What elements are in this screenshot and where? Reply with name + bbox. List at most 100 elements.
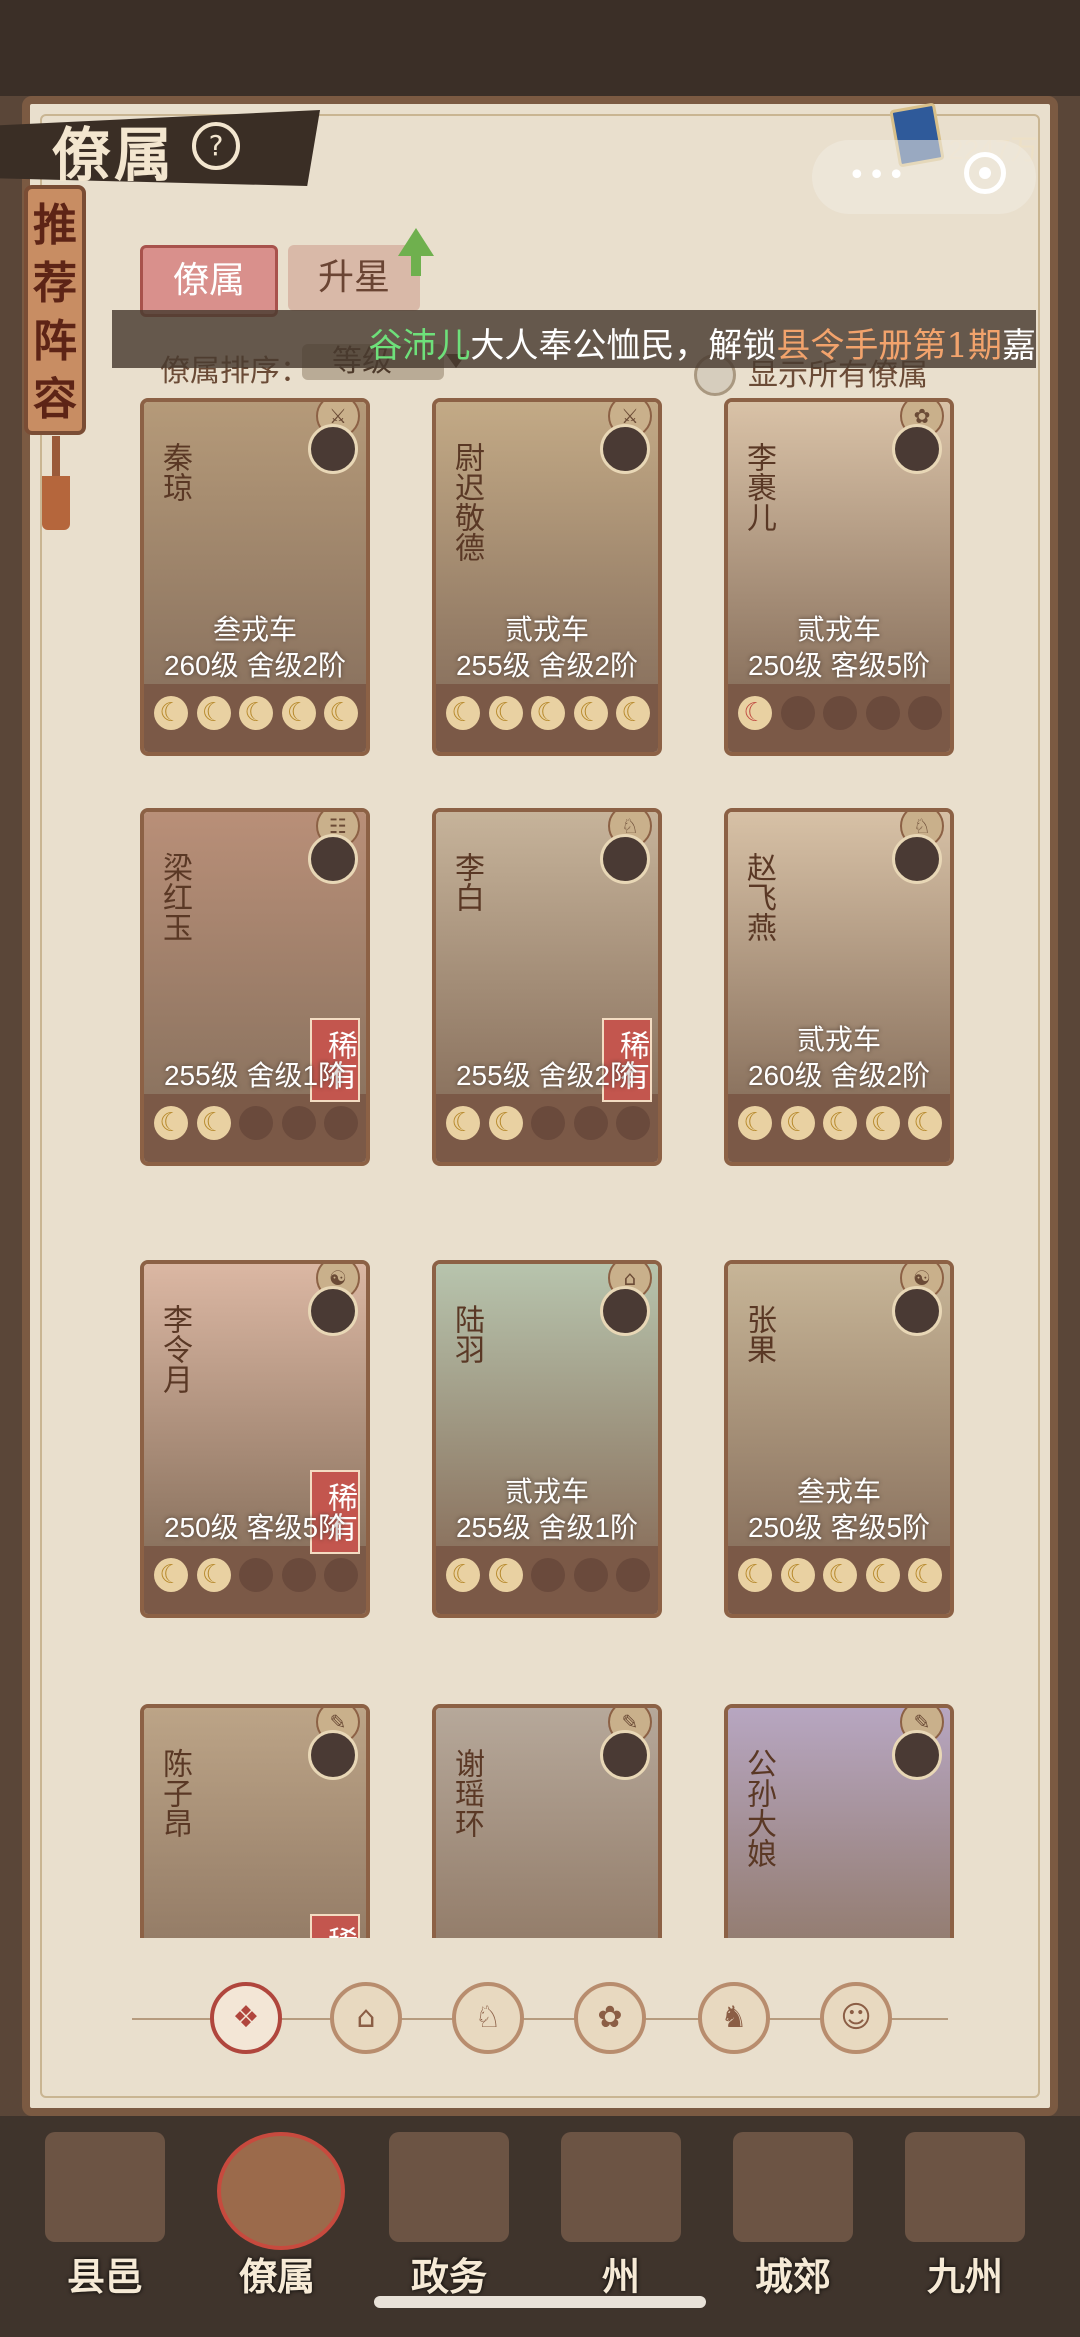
chariot-tier: 贰戎车 <box>796 1023 881 1056</box>
subordinate-card[interactable]: ☷ 梁红玉 稀有 255级 舍级1阶 ☾ ☾ <box>140 808 370 1166</box>
nav-illustration-icon <box>217 2132 345 2250</box>
character-name: 李令月 <box>157 1304 192 1394</box>
partner-avatar[interactable] <box>600 424 650 474</box>
subordinate-card[interactable]: ⌂ 陆羽 贰戎车 255级 舍级1阶 ☾ ☾ <box>432 1260 662 1618</box>
level-rank: 255级 舍级1阶 <box>455 1512 639 1543</box>
subordinate-card[interactable]: ✿ 李裹儿 贰戎车 250级 客级5阶 ☾ <box>724 398 954 756</box>
moon-star-icon <box>239 1106 273 1140</box>
miniprogram-capsule[interactable]: ••• <box>812 140 1036 214</box>
subordinate-card[interactable]: ✎陈子昂稀有 <box>140 1704 370 1938</box>
filter-fan-icon[interactable]: ✿ <box>574 1982 646 2054</box>
level-rank: 250级 客级5阶 <box>747 1512 931 1543</box>
star-row: ☾ ☾ ☾ ☾ ☾ <box>446 696 650 730</box>
nav-label: 僚属 <box>238 2254 315 2299</box>
moon-star-icon: ☾ <box>780 1106 815 1140</box>
filter-house-icon[interactable]: ⌂ <box>330 1982 402 2054</box>
moon-star-icon: ☾ <box>196 696 231 730</box>
moon-star-icon: ☾ <box>488 1106 523 1140</box>
moon-star-icon: ☾ <box>531 696 565 730</box>
nav-item[interactable]: 九州 <box>890 2122 1040 2299</box>
moon-star-icon <box>780 696 815 730</box>
level-rank: 260级 舍级2阶 <box>747 1060 931 1091</box>
moon-star-icon: ☾ <box>908 1558 942 1592</box>
marquee-text2: 嘉 <box>1002 326 1036 366</box>
more-options-icon[interactable]: ••• <box>848 158 907 193</box>
tab-subordinates[interactable]: 僚属 <box>140 245 278 317</box>
character-name: 尉迟敬德 <box>449 442 484 562</box>
recommended-lineup-button[interactable]: 推荐阵容 <box>24 185 86 435</box>
nav-item[interactable]: 城郊 <box>718 2122 868 2299</box>
subordinate-card[interactable]: ✎ 谢瑶环 <box>432 1704 662 1938</box>
moon-star-icon <box>573 1106 608 1140</box>
nav-illustration-icon <box>905 2132 1025 2242</box>
filter-bar: ❖ ⌂ ♘ ✿ ♞ ☺ <box>22 1960 1058 2080</box>
star-row: ☾ ☾ ☾ ☾ ☾ <box>154 696 358 730</box>
partner-avatar[interactable] <box>892 1730 942 1780</box>
filter-all-icon[interactable]: ❖ <box>210 1982 282 2054</box>
star-row: ☾ ☾ <box>446 1106 650 1140</box>
partner-avatar[interactable] <box>892 834 942 884</box>
moon-star-icon: ☾ <box>823 1558 857 1592</box>
partner-avatar[interactable] <box>308 1286 358 1336</box>
character-name: 秦琼 <box>157 442 192 502</box>
subordinate-card[interactable]: ♘ 赵飞燕 贰戎车 260级 舍级2阶 ☾ ☾ ☾ ☾ ☾ <box>724 808 954 1166</box>
moon-star-icon: ☾ <box>154 1558 188 1592</box>
character-name: 李裹儿 <box>741 442 776 532</box>
moon-star-icon <box>324 1558 358 1592</box>
filter-beast-icon[interactable]: ♞ <box>698 1982 770 2054</box>
subordinate-card[interactable]: ☯ 李令月 稀有 250级 客级5阶 ☾ ☾ <box>140 1260 370 1618</box>
close-miniprogram-icon[interactable] <box>964 152 1006 194</box>
level-rank: 255级 舍级2阶 <box>455 650 639 681</box>
nav-item[interactable]: 县邑 <box>30 2122 180 2299</box>
subordinate-card[interactable]: ☯ 张果 叁戎车 250级 客级5阶 ☾ ☾ ☾ ☾ ☾ <box>724 1260 954 1618</box>
moon-star-icon <box>908 696 942 730</box>
moon-star-icon: ☾ <box>154 1106 188 1140</box>
character-name: 谢瑶环 <box>449 1748 484 1838</box>
nav-item[interactable]: 州 <box>546 2122 696 2299</box>
subordinate-card[interactable]: ⚔ 秦琼 叁戎车 260级 舍级2阶 ☾ ☾ ☾ ☾ ☾ <box>140 398 370 756</box>
moon-star-icon <box>616 1558 650 1592</box>
character-name: 陆羽 <box>449 1304 484 1364</box>
star-row: ☾ <box>738 696 942 730</box>
star-row: ☾ ☾ <box>154 1106 358 1140</box>
moon-star-icon <box>281 1558 316 1592</box>
partner-avatar[interactable] <box>600 1286 650 1336</box>
nav-item[interactable]: 政务 <box>374 2122 524 2299</box>
partner-avatar[interactable] <box>308 424 358 474</box>
subordinate-card[interactable]: ⚔ 尉迟敬德 贰戎车 255级 舍级2阶 ☾ ☾ ☾ ☾ ☾ <box>432 398 662 756</box>
level-rank: 260级 舍级2阶 <box>163 650 347 681</box>
character-name: 赵飞燕 <box>741 852 776 942</box>
moon-star-icon <box>531 1106 565 1140</box>
character-name: 陈子昂 <box>157 1748 192 1838</box>
partner-avatar[interactable] <box>892 424 942 474</box>
subordinate-grid: ⚔ 秦琼 叁戎车 260级 舍级2阶 ☾ ☾ ☾ ☾ ☾ ⚔ 尉迟敬德 贰戎车 255级 舍级2阶 ☾ ☾ ☾… <box>130 398 966 1938</box>
help-icon[interactable]: ? <box>192 122 240 170</box>
rare-badge: 稀有 <box>310 1914 360 1938</box>
moon-star-icon <box>616 1106 650 1140</box>
filter-mask-icon[interactable]: ☺ <box>820 1982 892 2054</box>
moon-star-icon: ☾ <box>196 1106 231 1140</box>
moon-star-icon <box>823 696 857 730</box>
subordinate-card[interactable]: ♘ 李白 稀有 255级 舍级2阶 ☾ ☾ <box>432 808 662 1166</box>
level-rank: 255级 舍级1阶 <box>163 1060 347 1091</box>
moon-star-icon <box>281 1106 316 1140</box>
partner-avatar[interactable] <box>308 834 358 884</box>
nav-item[interactable]: 僚属 <box>202 2122 352 2299</box>
character-name: 张果 <box>741 1304 776 1364</box>
page-title: 僚属 <box>52 121 177 189</box>
partner-avatar[interactable] <box>600 1730 650 1780</box>
partner-avatar[interactable] <box>892 1286 942 1336</box>
character-name: 李白 <box>449 852 484 912</box>
partner-avatar[interactable] <box>308 1730 358 1780</box>
nav-illustration-icon <box>45 2132 165 2242</box>
filter-horse-icon[interactable]: ♘ <box>452 1982 524 2054</box>
moon-star-icon <box>573 1558 608 1592</box>
moon-star-icon: ☾ <box>324 696 358 730</box>
partner-avatar[interactable] <box>600 834 650 884</box>
subordinate-card[interactable]: ✎ 公孙大娘 <box>724 1704 954 1938</box>
moon-star-icon: ☾ <box>738 1558 772 1592</box>
moon-star-icon: ☾ <box>488 1558 523 1592</box>
moon-star-icon: ☾ <box>865 1106 900 1140</box>
star-row: ☾ ☾ ☾ ☾ ☾ <box>738 1558 942 1592</box>
nav-label: 九州 <box>926 2254 1003 2299</box>
